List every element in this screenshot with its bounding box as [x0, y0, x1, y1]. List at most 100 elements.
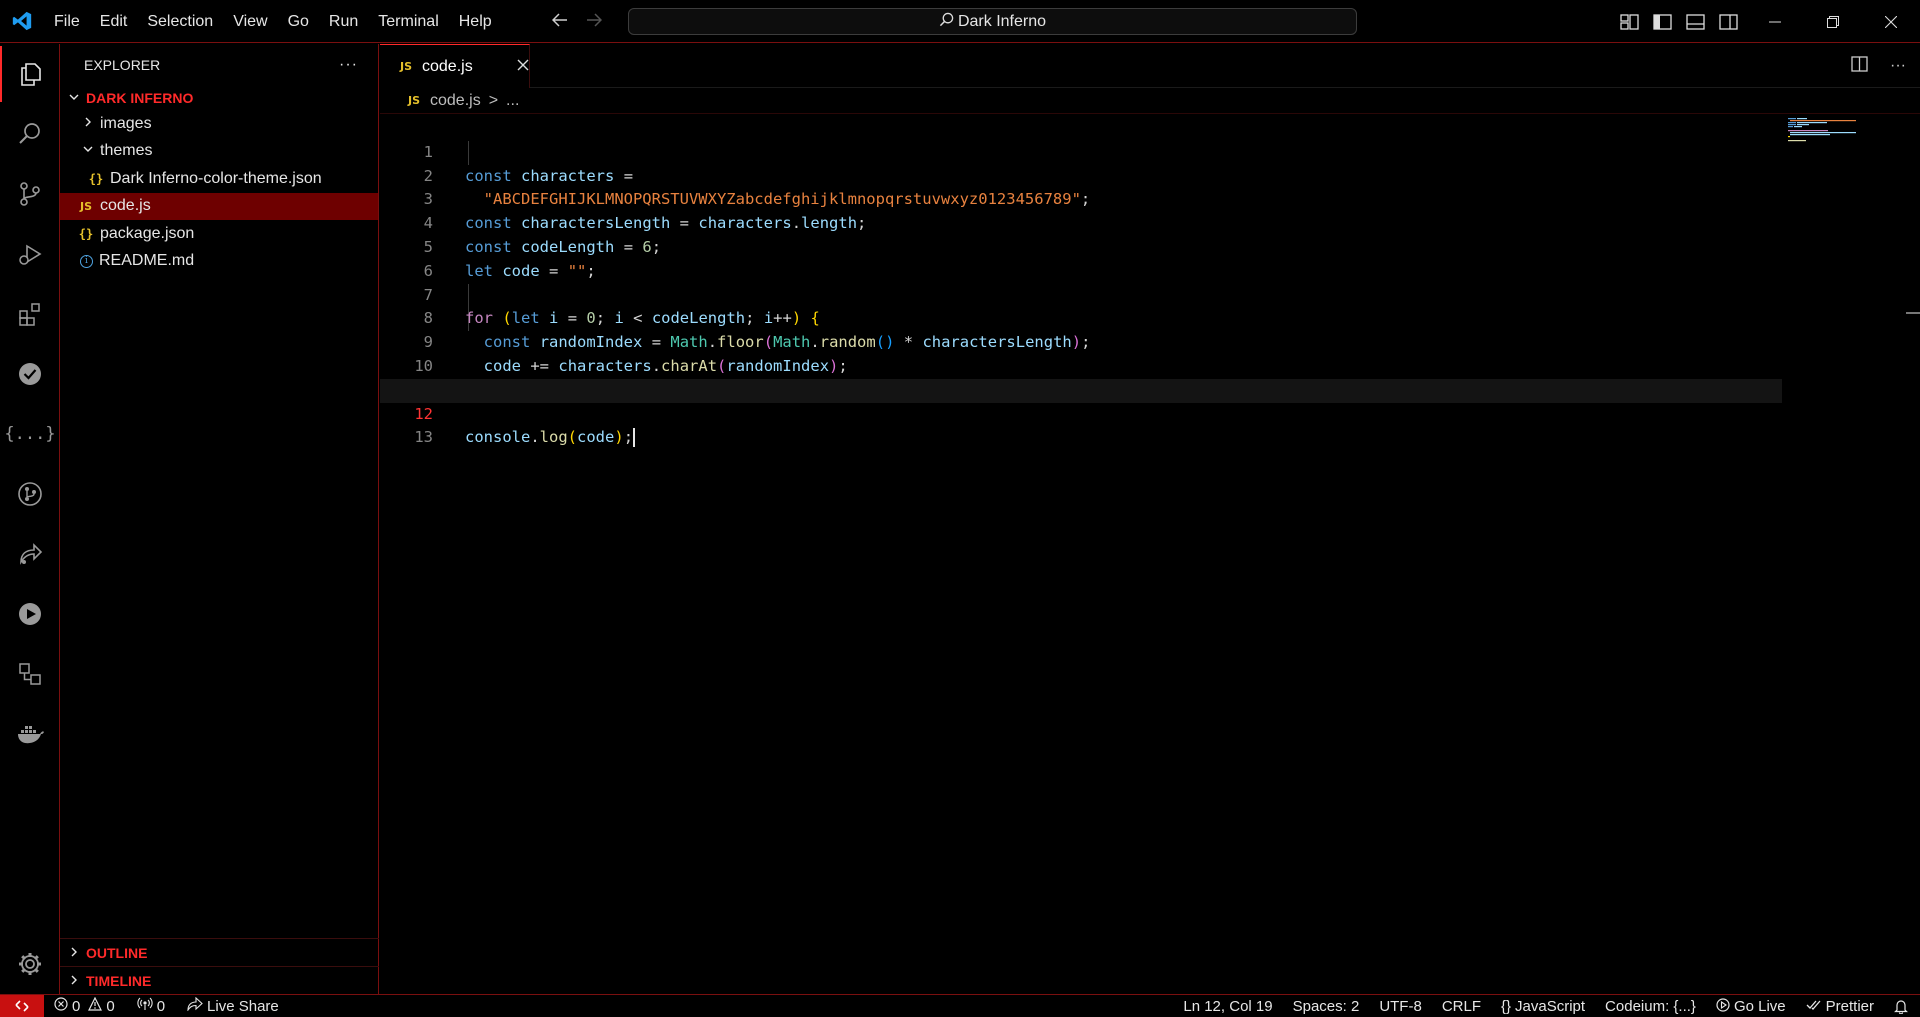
tree-item-label: images [100, 114, 152, 132]
menu-file[interactable]: File [44, 0, 90, 43]
minimize-icon[interactable] [1746, 0, 1804, 43]
menu-go[interactable]: Go [278, 0, 319, 43]
more-actions-icon[interactable]: ··· [339, 56, 358, 74]
restore-icon[interactable] [1804, 0, 1862, 43]
code-line: 9 code += characters.charAt(randomIndex)… [380, 307, 1920, 375]
problems-indicator[interactable]: 0 0 [54, 996, 115, 1015]
code-line: 7 for (let i = 0; i < codeLength; i++) { [380, 260, 1920, 328]
tab-code-js[interactable]: JS code.js [380, 44, 530, 88]
language-mode[interactable]: {} JavaScript [1501, 998, 1585, 1015]
code-line: 11 [380, 355, 1920, 399]
live-share-status[interactable]: Live Share [187, 996, 279, 1015]
toggle-panel-icon[interactable] [1686, 13, 1705, 30]
back-arrow-icon[interactable] [551, 11, 568, 32]
extensions-icon[interactable] [0, 286, 60, 342]
code-text: console.log(code); [465, 428, 636, 448]
text-cursor [633, 428, 636, 448]
menu-edit[interactable]: Edit [90, 0, 138, 43]
eol-setting[interactable]: CRLF [1442, 998, 1481, 1015]
radio-tower-icon [1716, 997, 1730, 1016]
tree-file-package-json[interactable]: {} package.json [60, 220, 378, 248]
code-line: 6 [380, 236, 1920, 280]
menu-help[interactable]: Help [449, 0, 502, 43]
menu-terminal[interactable]: Terminal [368, 0, 448, 43]
command-center-label: Dark Inferno [957, 12, 1047, 30]
toggle-primary-sidebar-icon[interactable] [1653, 13, 1672, 30]
cursor-position[interactable]: Ln 12, Col 19 [1183, 998, 1272, 1015]
toggle-secondary-sidebar-icon[interactable] [1719, 13, 1738, 30]
navigation-arrows [551, 0, 603, 43]
tree-item-label: themes [100, 142, 153, 160]
scrollbar-position-marker [1906, 312, 1920, 314]
menu-bar: File Edit Selection View Go Run Terminal… [44, 0, 502, 43]
testing-check-icon[interactable] [0, 346, 60, 402]
source-control-icon[interactable] [0, 166, 60, 222]
json-file-icon: {} [78, 226, 94, 241]
breadcrumb-file[interactable]: code.js [430, 92, 481, 110]
tree-folder-themes[interactable]: themes [60, 138, 378, 166]
tab-label: code.js [422, 57, 473, 75]
tree-file-code-js[interactable]: JS code.js [60, 192, 378, 220]
timeline-section-header[interactable]: TIMELINE [60, 966, 379, 994]
status-left: 0 0 0 Live Share [44, 996, 279, 1015]
git-graph-icon[interactable] [0, 466, 60, 522]
minimap[interactable] [1788, 118, 1858, 158]
prettier-label: Prettier [1825, 998, 1874, 1015]
split-editor-icon[interactable] [1851, 55, 1868, 77]
explorer-icon[interactable] [0, 46, 60, 102]
indentation-setting[interactable]: Spaces: 2 [1293, 998, 1360, 1015]
run-and-debug-icon[interactable] [0, 226, 60, 282]
chevron-right-icon [82, 115, 94, 133]
search-icon [939, 12, 954, 32]
tree-item-label: Dark Inferno-color-theme.json [110, 169, 322, 187]
notifications-bell-icon[interactable] [1894, 999, 1908, 1014]
workspace-section-header[interactable]: DARK INFERNO [60, 86, 378, 110]
chevron-down-icon [68, 90, 80, 106]
menu-selection[interactable]: Selection [137, 0, 223, 43]
menu-run[interactable]: Run [319, 0, 368, 43]
live-share-icon[interactable] [0, 526, 60, 582]
prettier-status[interactable]: Prettier [1806, 998, 1874, 1015]
braces-icon: {} [1500, 998, 1512, 1015]
remote-explorer-icon[interactable] [0, 586, 60, 642]
breadcrumb-symbol[interactable]: ... [506, 92, 519, 110]
title-bar: File Edit Selection View Go Run Terminal… [0, 0, 1920, 43]
chevron-right-icon [68, 973, 80, 989]
activity-bar: {...} [0, 44, 60, 994]
command-center-search[interactable]: Dark Inferno [628, 8, 1357, 35]
search-icon[interactable] [0, 106, 60, 162]
more-editor-actions-icon[interactable]: ··· [1890, 57, 1906, 75]
customize-layout-icon[interactable] [1620, 13, 1639, 30]
explorer-sidebar: EXPLORER ··· DARK INFERNO images themes … [60, 44, 379, 994]
ports-indicator[interactable]: 0 [137, 997, 165, 1015]
editor-area: JS code.js ··· JS code.js > ... 1 const … [380, 44, 1920, 994]
tree-item-label: code.js [100, 197, 151, 215]
breadcrumb-separator: > [488, 91, 499, 109]
code-editor[interactable]: 1 const characters = 2 "ABCDEFGHIJKLMNOP… [380, 117, 1920, 977]
tree-file-readme[interactable]: i README.md [60, 248, 378, 276]
encoding-setting[interactable]: UTF-8 [1379, 998, 1422, 1015]
close-tab-icon[interactable] [517, 58, 529, 76]
tree-file-dark-inferno-theme[interactable]: {} Dark Inferno-color-theme.json [60, 165, 378, 193]
code-line: 3 const charactersLength = characters.le… [380, 165, 1920, 232]
outline-section-header[interactable]: OUTLINE [60, 938, 379, 966]
tree-item-label: package.json [100, 224, 195, 242]
json-braces-icon[interactable]: {...} [0, 406, 60, 462]
code-line: 5 let code = ""; [380, 212, 1920, 280]
tree-folder-images[interactable]: images [60, 110, 378, 138]
codeium-status[interactable]: Codeium: {...} [1605, 998, 1696, 1015]
go-live-button[interactable]: Go Live [1716, 997, 1786, 1016]
chevron-right-icon [68, 945, 80, 961]
language-label: JavaScript [1515, 998, 1586, 1015]
close-window-icon[interactable] [1862, 0, 1920, 43]
layout-controls [1620, 0, 1738, 43]
settings-gear-icon[interactable] [0, 936, 60, 992]
remote-connections-icon[interactable] [0, 646, 60, 702]
info-file-icon: i [80, 254, 93, 268]
menu-view[interactable]: View [223, 0, 277, 43]
forward-arrow-icon[interactable] [586, 11, 603, 32]
line-number: 13 [414, 428, 433, 447]
status-right: Ln 12, Col 19 Spaces: 2 UTF-8 CRLF {} Ja… [1183, 995, 1908, 1017]
docker-icon[interactable] [0, 706, 60, 762]
remote-indicator-icon[interactable] [0, 994, 44, 1017]
